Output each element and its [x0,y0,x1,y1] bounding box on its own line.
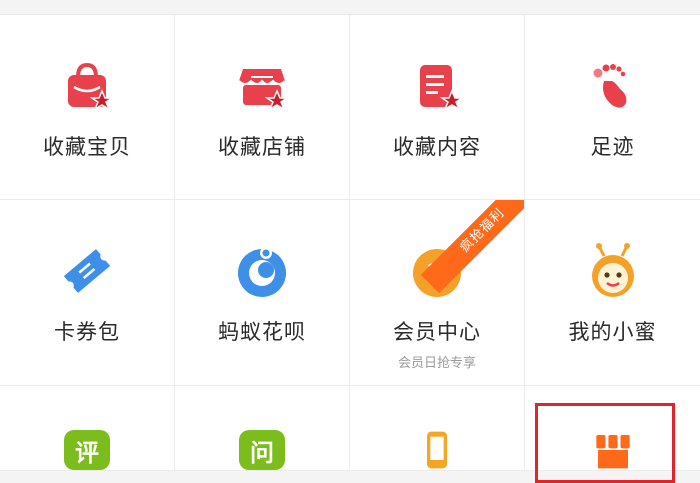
grid-item-footprint[interactable]: 足迹 [525,15,700,200]
grid-item-favorite-items[interactable]: 收藏宝贝 [0,15,175,200]
bee-assistant-icon [591,243,634,297]
grid-item-label: 收藏宝贝 [43,135,131,159]
grid-item-label: 足迹 [590,135,635,159]
grid-item-sublabel: 会员日抢专享 [397,356,476,371]
ask-icon: 问 [239,430,285,470]
grid-item-label: 收藏内容 [393,135,481,159]
coupon-icon [63,249,111,293]
grid-item-phone[interactable] [350,386,525,471]
highlight-box [535,403,675,483]
review-icon: 评 [64,430,110,470]
favorite-bag-icon [68,62,115,111]
grid-item-huabei[interactable]: 蚂蚁花呗 [175,200,350,386]
grid-item-coupons[interactable]: 卡券包 [0,200,175,386]
grid-item-favorite-content[interactable]: 收藏内容 [350,15,525,200]
grid-item-label: 蚂蚁花呗 [218,320,306,344]
grid-item-label: 收藏店铺 [218,135,306,159]
huabei-icon [238,247,286,297]
grid-item-label: 会员中心 [393,320,481,344]
grid-item-review[interactable]: 评 [0,386,175,471]
grid-item-ask[interactable]: 问 [175,386,350,471]
grid-item-my-assistant[interactable]: 我的小蜜 [525,200,700,386]
footprint-icon [593,64,626,108]
grid-item-vip-center[interactable]: 疯抢福利 会员中心 会员日抢专享 [350,200,525,386]
grid-item-label: 我的小蜜 [568,320,657,344]
grid-item-label: 卡券包 [54,320,120,344]
grid-item-favorite-shops[interactable]: 收藏店铺 [175,15,350,200]
phone-icon [427,431,447,469]
favorite-content-icon [420,65,465,111]
favorite-shop-icon [238,69,290,111]
